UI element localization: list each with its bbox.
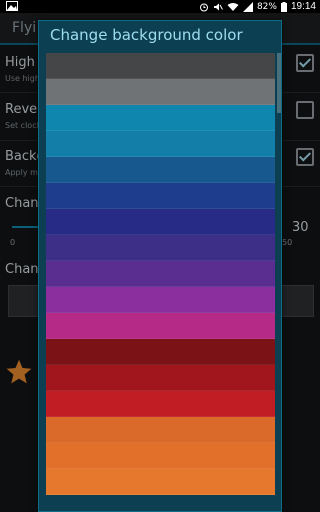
scrollbar[interactable] xyxy=(277,53,281,113)
signal-icon xyxy=(242,1,253,12)
color-swatch[interactable] xyxy=(46,79,275,105)
color-swatch[interactable] xyxy=(46,365,275,391)
wifi-icon xyxy=(227,2,239,11)
color-swatch[interactable] xyxy=(46,157,275,183)
clock-time: 19:14 xyxy=(290,1,316,12)
color-swatch[interactable] xyxy=(46,183,275,209)
color-swatch[interactable] xyxy=(46,261,275,287)
color-swatch[interactable] xyxy=(46,313,275,339)
color-swatch[interactable] xyxy=(46,339,275,365)
status-bar: 82% 19:14 xyxy=(0,0,320,13)
dialog-title: Change background color xyxy=(50,26,243,44)
image-icon xyxy=(6,1,18,11)
color-swatch[interactable] xyxy=(46,469,275,495)
color-swatch[interactable] xyxy=(46,209,275,235)
color-swatch[interactable] xyxy=(46,443,275,469)
color-swatch[interactable] xyxy=(46,105,275,131)
status-icons: 82% 19:14 xyxy=(199,0,316,13)
battery-icon xyxy=(280,1,287,12)
color-swatch[interactable] xyxy=(46,235,275,261)
color-swatch-list[interactable] xyxy=(46,53,275,511)
color-swatch[interactable] xyxy=(46,53,275,79)
color-swatch[interactable] xyxy=(46,417,275,443)
color-swatch[interactable] xyxy=(46,131,275,157)
alarm-icon xyxy=(199,3,208,11)
battery-percent: 82% xyxy=(256,1,277,12)
color-swatch[interactable] xyxy=(46,287,275,313)
mute-icon xyxy=(213,3,223,10)
color-picker-dialog: Change background color xyxy=(38,20,282,512)
color-swatch[interactable] xyxy=(46,391,275,417)
